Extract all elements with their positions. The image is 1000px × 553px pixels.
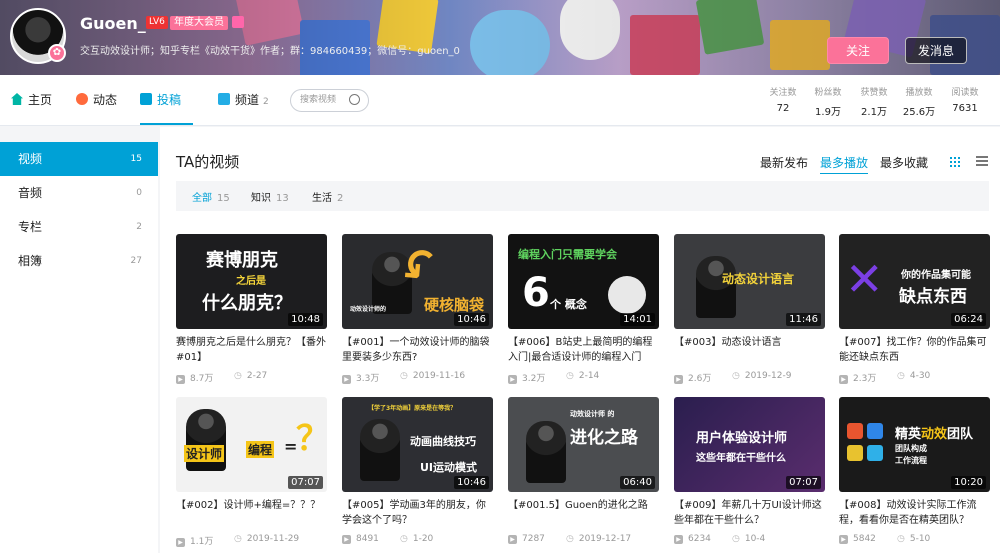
grid-view-icon[interactable] xyxy=(949,156,961,168)
sort-most-played[interactable]: 最多播放 xyxy=(820,154,869,174)
stat-plays: 播放数 25.6万 xyxy=(902,88,936,118)
tab-posts[interactable]: 投稿44 xyxy=(140,75,193,157)
stat-reads: 阅读数 7631 xyxy=(951,88,979,114)
stat-fans[interactable]: 粉丝数 1.9万 xyxy=(807,85,849,118)
channel-icon xyxy=(218,93,230,105)
video-thumbnail[interactable]: 设计师 编程 = ？ 07:07 xyxy=(176,397,327,492)
stat-following[interactable]: 关注数 72 xyxy=(762,85,804,114)
signature: 交互动效设计师；知乎专栏《动效干货》作者；群：984660439；微信号：guo… xyxy=(80,46,460,57)
tab-home[interactable]: 主页 xyxy=(11,75,52,125)
page-title: TA的视频 xyxy=(176,153,240,171)
video-card[interactable]: 动态设计语言 11:46 【#003】动态设计语言 2.6万2019-12-9 xyxy=(674,234,825,384)
sort-latest[interactable]: 最新发布 xyxy=(760,154,808,171)
level-badge: LV6 xyxy=(146,16,168,29)
follow-button[interactable]: 关注 xyxy=(827,37,889,64)
video-card[interactable]: ↶ 硬核脑袋 动效设计师的 10:46 【#001】一个动效设计师的脑袋里要装多… xyxy=(342,234,493,384)
tab-channels[interactable]: 频道 2 xyxy=(218,75,269,125)
vip-badge[interactable]: 年度大会员 xyxy=(170,16,228,30)
medal-icon xyxy=(232,16,244,28)
search-input[interactable]: 搜索视频 xyxy=(290,89,369,112)
video-thumbnail[interactable]: 赛博朋克 之后是 什么朋克？ 10:48 xyxy=(176,234,327,329)
dynamic-icon xyxy=(76,93,88,105)
video-thumbnail[interactable]: 【学了3年动画】原来是在等我？ 动画曲线技巧 UI运动模式 10:46 xyxy=(342,397,493,492)
tag-life[interactable]: 生活 2 xyxy=(312,189,343,204)
sidebar-item-column[interactable]: 专栏 2 xyxy=(0,210,158,244)
sidebar-item-video[interactable]: 视频 15 xyxy=(0,142,158,176)
profile-nav: 主页 动态 投稿44 频道2 xyxy=(0,75,1000,157)
tag-knowledge[interactable]: 知识 13 xyxy=(251,189,289,204)
message-button[interactable]: 发消息 xyxy=(905,37,967,64)
play-icon xyxy=(140,93,152,105)
stat-likes: 获赞数 2.1万 xyxy=(860,88,888,118)
verified-badge-icon: ✿ xyxy=(48,44,66,62)
video-card[interactable]: 编程入门只需要学会 6 个 概念 14:01 【#006】B站史上最简明的编程入… xyxy=(508,234,659,384)
search-icon[interactable] xyxy=(349,94,360,105)
video-thumbnail[interactable]: 编程入门只需要学会 6 个 概念 14:01 xyxy=(508,234,659,329)
video-card[interactable]: 【学了3年动画】原来是在等我？ 动画曲线技巧 UI运动模式 10:46 【#00… xyxy=(342,397,493,546)
video-thumbnail[interactable]: 用户体验设计师 这些年都在干些什么 07:07 xyxy=(674,397,825,492)
video-card[interactable]: 设计师 编程 = ？ 07:07 【#002】设计师+编程=？？？ 1.1万20… xyxy=(176,397,327,547)
video-card[interactable]: 动效设计师 的 进化之路 06:40 【#001.5】Guoen的进化之路 72… xyxy=(508,397,659,546)
tag-filter-bar: 全部 15 知识 13 生活 2 xyxy=(176,181,989,211)
tab-dynamic[interactable]: 动态 xyxy=(76,75,117,125)
list-view-icon[interactable] xyxy=(976,156,988,168)
video-thumbnail[interactable]: 动效设计师 的 进化之路 06:40 xyxy=(508,397,659,492)
sidebar: 视频 15 音频 0 专栏 2 相簿 27 xyxy=(0,142,158,553)
video-thumbnail[interactable]: 精英动效团队 团队构成 工作流程 10:20 xyxy=(839,397,990,492)
video-card[interactable]: ✕ 你的作品集可能 缺点东西 06:24 【#007】找工作？你的作品集可能还缺… xyxy=(839,234,990,384)
video-card[interactable]: 用户体验设计师 这些年都在干些什么 07:07 【#009】年薪几十万UI设计师… xyxy=(674,397,825,546)
sidebar-item-audio[interactable]: 音频 0 xyxy=(0,176,158,210)
video-card[interactable]: 赛博朋克 之后是 什么朋克？ 10:48 赛博朋克之后是什么朋克？【番外#01】… xyxy=(176,234,327,384)
home-icon xyxy=(11,93,23,105)
sidebar-item-album[interactable]: 相簿 27 xyxy=(0,244,158,278)
video-thumbnail[interactable]: 动态设计语言 11:46 xyxy=(674,234,825,329)
tag-all[interactable]: 全部 15 xyxy=(192,189,230,204)
video-card[interactable]: 精英动效团队 团队构成 工作流程 10:20 【#008】动效设计实际工作流程，… xyxy=(839,397,990,546)
sort-most-favorited[interactable]: 最多收藏 xyxy=(880,154,928,171)
video-thumbnail[interactable]: ✕ 你的作品集可能 缺点东西 06:24 xyxy=(839,234,990,329)
video-thumbnail[interactable]: ↶ 硬核脑袋 动效设计师的 10:46 xyxy=(342,234,493,329)
